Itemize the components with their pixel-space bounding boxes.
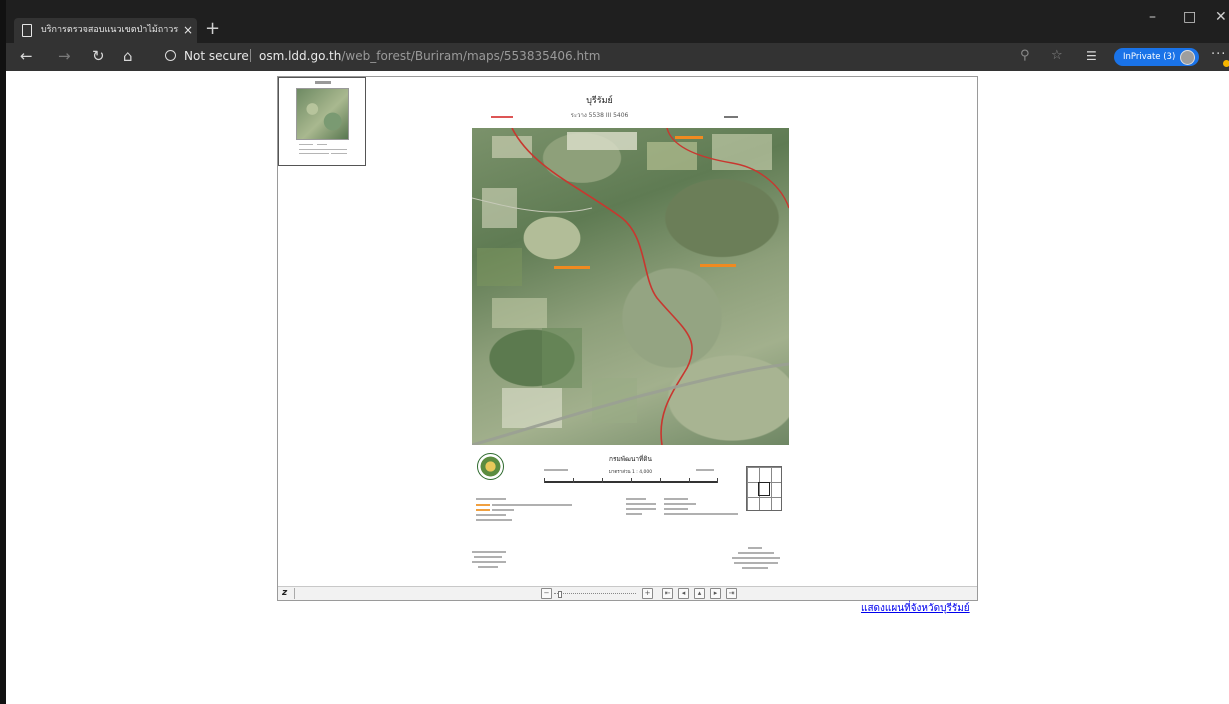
pan-start-button[interactable]: ⇤: [662, 588, 673, 599]
tab-title: บริการตรวจสอบแนวเขตป่าไม้ถาวรเนื่: [41, 25, 179, 35]
legend-text-mark: [696, 469, 714, 471]
browser-tab[interactable]: บริการตรวจสอบแนวเขตป่าไม้ถาวรเนื่ ×: [14, 18, 197, 43]
legend-text-mark: [492, 509, 514, 511]
legend-text-mark: [734, 562, 778, 564]
legend-text-mark: [664, 498, 688, 500]
legend-text-mark: [626, 498, 646, 500]
zoom-out-button[interactable]: −: [541, 588, 552, 599]
thumbnail-line: [299, 144, 313, 145]
map-scale: มาตราส่วน 1 : 4,000: [608, 470, 653, 475]
aerial-overlay: [472, 128, 789, 445]
legend-text-mark: [476, 514, 506, 516]
scale-tick: [631, 478, 632, 483]
zone-label-mark: [675, 136, 703, 139]
scale-tick: [544, 478, 545, 483]
address-separator: [250, 49, 251, 62]
map-legend: กรมพัฒนาที่ดิน มาตราส่วน 1 : 4,000: [472, 445, 789, 587]
favorite-star-icon[interactable]: ☆: [1051, 48, 1063, 64]
sheet-index-current: [758, 482, 770, 496]
favorites-icon[interactable]: ☰: [1086, 48, 1097, 64]
legend-text-mark: [472, 551, 506, 553]
zoom-slider-track[interactable]: [554, 593, 636, 594]
zoom-slider-thumb[interactable]: [557, 591, 562, 598]
map-title: บุรีรัมย์: [586, 96, 613, 106]
department-name: กรมพัฒนาที่ดิน: [609, 455, 652, 463]
map-sheet-code: ระวาง 5538 III 5406: [570, 112, 629, 119]
legend-text-mark: [476, 504, 490, 506]
zone-label-mark: [554, 266, 590, 269]
page-icon: [22, 24, 32, 37]
inprivate-label: InPrivate (3): [1123, 52, 1176, 62]
legend-text-mark: [626, 508, 656, 510]
map-header-right-mark: [724, 116, 738, 118]
overview-thumbnail[interactable]: [278, 77, 366, 166]
zoomify-mode-button[interactable]: z: [282, 587, 287, 600]
map-header-left-mark: [491, 116, 513, 118]
thumbnail-line: [299, 153, 329, 154]
scale-tick: [573, 478, 574, 483]
url-host: osm.ldd.go.th: [259, 49, 342, 63]
minimize-icon[interactable]: –: [1149, 10, 1156, 24]
update-notification-dot: [1223, 60, 1229, 67]
legend-text-mark: [626, 513, 642, 515]
home-icon[interactable]: ⌂: [123, 48, 133, 64]
legend-text-mark: [544, 469, 568, 471]
info-icon[interactable]: [165, 50, 176, 61]
address-bar[interactable]: osm.ldd.go.th/web_forest/Buriram/maps/55…: [259, 49, 600, 63]
maximize-icon[interactable]: □: [1183, 10, 1196, 24]
scale-tick: [602, 478, 603, 483]
browser-window: บริการตรวจสอบแนวเขตป่าไม้ถาวรเนื่ × + – …: [0, 0, 1229, 704]
thumbnail-title-mark: [315, 81, 331, 84]
legend-text-mark: [738, 552, 774, 554]
map-sheet: บุรีรัมย์ ระวาง 5538 III 5406 กรมพัฒนาที…: [432, 77, 832, 587]
legend-text-mark: [472, 561, 506, 563]
thumbnail-line: [317, 144, 327, 145]
tab-strip: บริการตรวจสอบแนวเขตป่าไม้ถาวรเนื่ × + – …: [6, 0, 1229, 43]
legend-text-mark: [474, 556, 502, 558]
new-tab-icon[interactable]: +: [205, 19, 220, 39]
legend-text-mark: [476, 498, 506, 500]
legend-text-mark: [476, 509, 490, 511]
profile-avatar[interactable]: [1180, 50, 1195, 65]
legend-text-mark: [626, 503, 656, 505]
forward-icon[interactable]: →: [58, 48, 71, 64]
legend-text-mark: [742, 567, 768, 569]
legend-text-mark: [478, 566, 498, 568]
province-map-link[interactable]: แสดงแผนที่จังหวัดบุรีรัมย์: [861, 603, 970, 615]
window-close-icon[interactable]: ✕: [1215, 10, 1227, 24]
pan-left-button[interactable]: ◂: [678, 588, 689, 599]
zone-label-mark: [700, 264, 736, 267]
legend-text-mark: [748, 547, 762, 549]
legend-text-mark: [492, 504, 572, 506]
thumbnail-line: [299, 149, 347, 150]
viewer-toolbar: z − + ⇤ ◂ ▴ ▸ ⇥: [278, 586, 977, 600]
security-label[interactable]: Not secure: [184, 49, 249, 63]
pan-right-button[interactable]: ▸: [710, 588, 721, 599]
refresh-icon[interactable]: ↻: [92, 48, 105, 64]
legend-text-mark: [476, 519, 512, 521]
back-icon[interactable]: ←: [20, 48, 33, 64]
scale-tick: [689, 478, 690, 483]
legend-text-mark: [664, 508, 688, 510]
toolbar-separator: [294, 588, 295, 599]
zoom-in-button[interactable]: +: [642, 588, 653, 599]
pan-up-button[interactable]: ▴: [694, 588, 705, 599]
aerial-photo: [472, 128, 789, 445]
legend-text-mark: [664, 503, 696, 505]
pan-end-button[interactable]: ⇥: [726, 588, 737, 599]
scale-tick: [717, 478, 718, 483]
thumbnail-aerial-image: [296, 88, 349, 140]
legend-text-mark: [732, 557, 780, 559]
url-path: /web_forest/Buriram/maps/553835406.htm: [341, 49, 601, 63]
legend-text-mark: [664, 513, 738, 515]
tab-close-icon[interactable]: ×: [183, 23, 193, 37]
zoom-icon[interactable]: ⚲: [1020, 48, 1030, 64]
scale-tick: [660, 478, 661, 483]
thumbnail-line: [331, 153, 347, 154]
map-viewer[interactable]: บุรีรัมย์ ระวาง 5538 III 5406 กรมพัฒนาที…: [277, 76, 978, 601]
